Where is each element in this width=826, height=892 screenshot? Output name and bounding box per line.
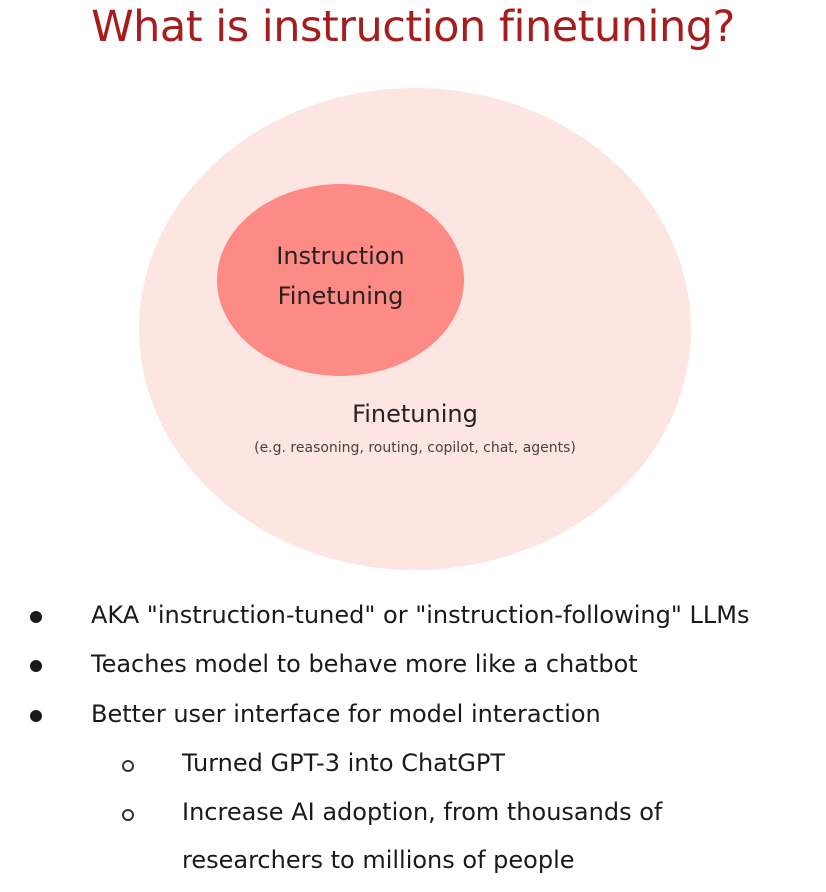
bullet-list: AKA "instruction-tuned" or "instruction-… — [0, 0, 826, 892]
sub-bullet-marker — [122, 809, 134, 821]
bullet-marker — [30, 611, 42, 623]
bullet-marker — [30, 660, 42, 672]
sub-bullet-item-adoption-line-1: Increase AI adoption, from thousands of — [182, 798, 663, 826]
bullet-item-teaches: Teaches model to behave more like a chat… — [91, 650, 638, 678]
sub-bullet-item-chatgpt: Turned GPT-3 into ChatGPT — [182, 749, 506, 777]
sub-bullet-marker — [122, 760, 134, 772]
bullet-item-aka: AKA "instruction-tuned" or "instruction-… — [91, 601, 750, 629]
bullet-marker — [30, 710, 42, 722]
sub-bullet-item-adoption-line-2: researchers to millions of people — [182, 846, 575, 874]
bullet-item-better-ui: Better user interface for model interact… — [91, 700, 601, 728]
